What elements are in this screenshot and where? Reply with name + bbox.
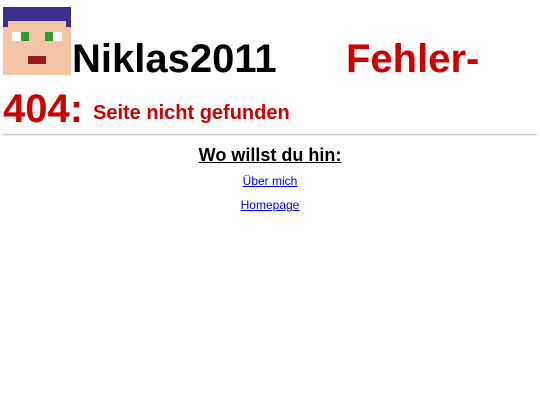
avatar-hair-right	[66, 21, 71, 27]
avatar-mouth	[28, 56, 46, 64]
avatar-eye-left-pupil	[21, 32, 29, 41]
avatar-eye-right-pupil	[45, 32, 53, 41]
homepage-link[interactable]: Homepage	[241, 198, 300, 212]
pixel-face-icon	[3, 7, 71, 75]
nav-link-home-container: Homepage	[0, 197, 540, 213]
about-me-link[interactable]: Über mich	[243, 174, 298, 188]
nav-link-about-container: Über mich	[0, 173, 540, 189]
avatar-eye-right-white	[53, 32, 62, 41]
avatar-hair-left	[3, 21, 8, 27]
site-name: Niklas2011	[72, 37, 277, 81]
error-code: 404:	[3, 87, 84, 131]
avatar-eye-left-white	[12, 32, 21, 41]
error-title-word: Fehler-	[346, 37, 480, 81]
avatar-hair	[3, 7, 71, 21]
horizontal-divider	[3, 134, 537, 136]
error-message: Seite nicht gefunden	[93, 102, 290, 124]
error-page: Niklas2011 Fehler- 404: Seite nicht gefu…	[0, 0, 540, 405]
nav-heading: Wo willst du hin:	[198, 145, 342, 165]
